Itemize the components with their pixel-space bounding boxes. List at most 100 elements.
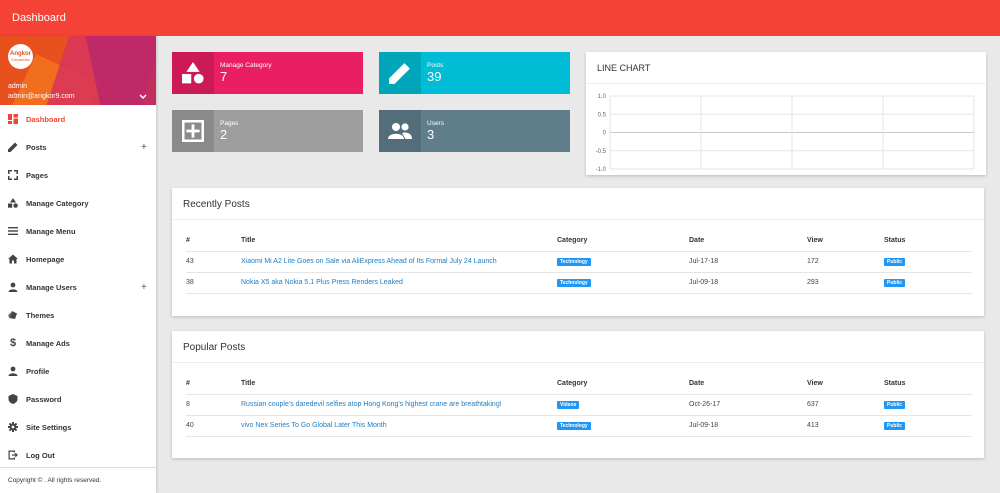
sidebar-item-profile[interactable]: Profile [0,357,156,385]
sidebar-item-label: Password [26,394,62,404]
category-badge: Technology [557,421,591,430]
popular-posts-title: Popular Posts [183,342,246,353]
stat-value: 39 [427,69,442,84]
y-tick-label: 0.5 [598,112,607,118]
y-tick-label: 1.0 [598,94,607,100]
category-badge: Technology [557,278,591,287]
sidebar-item-label: Manage Ads [26,338,70,348]
table-header-row: # Title Category Date View Status [186,374,972,394]
sidebar-item-log-out[interactable]: Log Out [0,441,156,469]
sidebar-item-label: Manage Menu [26,226,76,236]
sidebar: Angkor Cambodia admin admin@angkor9.com … [0,36,156,493]
column-header-title: Title [241,237,256,245]
popular-posts-card: Popular Posts # Title Category Date View… [172,331,984,458]
users-icon [379,110,421,152]
sidebar-item-label: Site Settings [26,422,72,432]
line-chart: 1.00.50-0.5-1.0TodayYesterdayWeekMonth [596,94,975,173]
user-email: admin@angkor9.com [8,93,75,100]
table-row: 43 Xiaomi Mi A2 Lite Goes on Sale via Al… [186,250,972,272]
logout-icon [8,450,18,460]
post-id: 43 [186,250,241,272]
home-icon [8,254,18,264]
post-title-link[interactable]: vivo Nex Series To Go Global Later This … [241,422,387,429]
sidebar-item-password[interactable]: Password [0,385,156,413]
post-views: 172 [807,250,884,272]
gear-icon [8,422,18,432]
column-header-category: Category [557,380,588,388]
post-id: 8 [186,393,241,415]
post-views: 413 [807,414,884,437]
post-date: Jul-09-18 [689,271,807,294]
pencil-icon [8,142,18,152]
page-title: Dashboard [12,12,66,24]
stat-card-posts[interactable]: Posts 39 [379,52,570,94]
profile-icon [8,366,18,376]
sidebar-item-manage-menu[interactable]: Manage Menu [0,217,156,245]
pages-icon [8,170,18,180]
column-header-status: Status [884,380,906,388]
sidebar-item-homepage[interactable]: Homepage [0,245,156,273]
column-header-date: Date [689,237,705,245]
post-views: 637 [807,393,884,415]
column-header-category: Category [557,237,588,245]
sidebar-item-posts[interactable]: Posts + [0,133,156,161]
sidebar-item-label: Pages [26,170,49,180]
user-menu-chevron-down-icon[interactable] [139,92,147,103]
site-logo-avatar: Angkor Cambodia [8,44,33,69]
column-header-view: View [807,380,823,388]
column-header-view: View [807,237,823,245]
sidebar-item-site-settings[interactable]: Site Settings [0,413,156,441]
sidebar-item-dashboard[interactable]: Dashboard [0,105,156,133]
menu-icon [8,226,18,236]
post-id: 40 [186,414,241,437]
recently-posts-table: # Title Category Date View Status 43 Xia… [186,231,972,294]
recently-posts-card: Recently Posts # Title Category Date Vie… [172,188,984,316]
expand-plus-icon[interactable]: + [141,142,147,153]
column-header-id: # [186,380,190,388]
status-badge: Public [884,421,906,430]
dashboard-icon [8,114,18,124]
post-date: Jul-17-18 [689,250,807,272]
table-row: 40 vivo Nex Series To Go Global Later Th… [186,414,972,437]
y-tick-label: -0.5 [596,149,607,155]
stat-card-users[interactable]: Users 3 [379,110,570,152]
status-badge: Public [884,400,906,409]
sidebar-item-label: Posts [26,142,47,152]
sidebar-item-manage-ads[interactable]: $ Manage Ads [0,329,156,357]
post-date: Jul-09-18 [689,414,807,437]
sidebar-item-label: Homepage [26,254,65,264]
column-header-status: Status [884,237,906,245]
sidebar-item-label: Manage Users [26,282,77,292]
post-title-link[interactable]: Xiaomi Mi A2 Lite Goes on Sale via AliEx… [241,258,497,265]
user-icon [8,282,18,292]
stat-card-manage-category[interactable]: Manage Category 7 [172,52,363,94]
table-row: 8 Russian couple's daredevil selfies ato… [186,393,972,415]
status-badge: Public [884,257,906,266]
shield-icon [8,394,18,404]
themes-icon [8,310,18,320]
post-title-link[interactable]: Nokia X5 aka Nokia 5.1 Plus Press Render… [241,279,403,286]
column-header-id: # [186,237,190,245]
sidebar-item-manage-users[interactable]: Manage Users + [0,273,156,301]
copyright-footer: Copyright © . All rights reserved. [0,467,156,493]
sidebar-item-manage-category[interactable]: Manage Category [0,189,156,217]
expand-plus-icon[interactable]: + [141,282,147,293]
table-header-row: # Title Category Date View Status [186,231,972,251]
sidebar-item-themes[interactable]: Themes [0,301,156,329]
post-id: 38 [186,271,241,294]
category-icon [172,52,214,94]
category-icon [8,198,18,208]
popular-posts-table: # Title Category Date View Status 8 Russ… [186,374,972,437]
sidebar-item-pages[interactable]: Pages [0,161,156,189]
table-row: 38 Nokia X5 aka Nokia 5.1 Plus Press Ren… [186,271,972,294]
stat-value: 7 [220,69,228,84]
column-header-date: Date [689,380,705,388]
chart-title: LINE CHART [597,63,651,73]
stat-value: 3 [427,127,435,142]
status-badge: Public [884,278,906,287]
stat-card-pages[interactable]: Pages 2 [172,110,363,152]
user-info-banner: Angkor Cambodia admin admin@angkor9.com [0,36,156,105]
post-title-link[interactable]: Russian couple's daredevil selfies atop … [241,401,502,408]
post-views: 293 [807,271,884,294]
pencil-icon [379,52,421,94]
